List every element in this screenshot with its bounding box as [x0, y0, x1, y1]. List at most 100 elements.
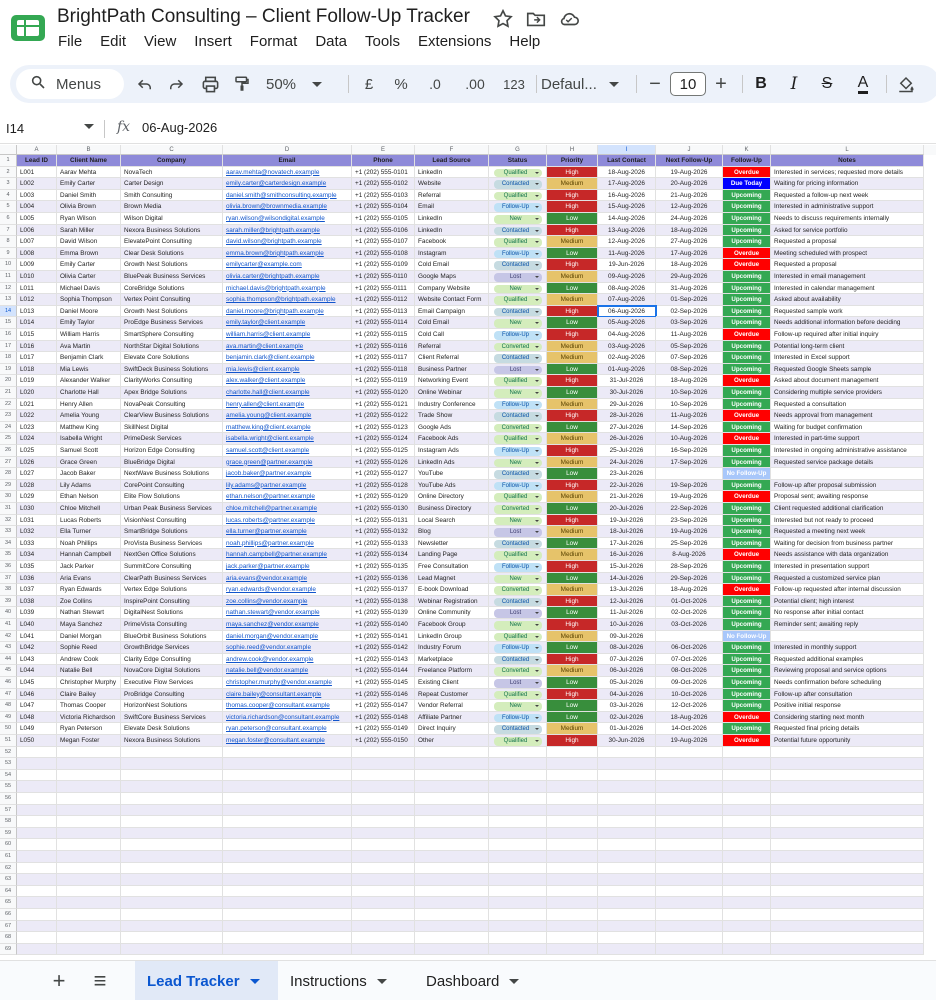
empty-cell[interactable] [415, 746, 489, 759]
last-contact-cell[interactable]: 06-Jul-2026 [598, 665, 656, 677]
notes-cell[interactable]: Waiting for decision from business partn… [771, 537, 924, 550]
empty-cell[interactable] [121, 885, 223, 898]
phone-cell[interactable]: +1 (202) 555-0140 [352, 619, 415, 631]
company-cell[interactable]: BluePeak Business Services [121, 271, 223, 283]
lead-source-cell[interactable]: Industry Conference [415, 398, 489, 411]
empty-cell[interactable] [415, 874, 489, 886]
notes-cell[interactable]: Meeting scheduled with prospect [771, 247, 924, 260]
lead-source-cell[interactable]: Repeat Customer [415, 688, 489, 701]
empty-cell[interactable] [223, 874, 352, 886]
empty-cell[interactable] [352, 851, 415, 863]
notes-cell[interactable]: Interested in administrative support [771, 201, 924, 213]
column-header-g[interactable]: G [489, 145, 547, 155]
empty-cell[interactable] [547, 746, 598, 759]
empty-cell[interactable] [121, 781, 223, 793]
last-contact-cell[interactable]: 19-Jul-2026 [598, 514, 656, 527]
empty-cell[interactable] [547, 804, 598, 817]
text-color-icon[interactable]: A [852, 65, 874, 103]
priority-cell[interactable]: High [547, 595, 598, 608]
notes-cell[interactable]: Interested in ongoing administrative ass… [771, 445, 924, 457]
empty-cell[interactable] [121, 758, 223, 770]
email-cell[interactable]: ryan.peterson@consultant.example [223, 723, 352, 735]
empty-cell[interactable] [598, 839, 656, 851]
empty-cell[interactable] [57, 932, 121, 944]
empty-cell[interactable] [415, 827, 489, 840]
lead-id-cell[interactable]: L028 [17, 479, 57, 492]
priority-cell[interactable]: Low [547, 317, 598, 329]
empty-cell[interactable] [723, 932, 771, 944]
company-cell[interactable]: ProBridge Consulting [121, 688, 223, 701]
company-cell[interactable]: ElevatePoint Consulting [121, 236, 223, 248]
priority-cell[interactable]: Low [547, 468, 598, 480]
next-follow-up-cell[interactable]: 03-Oct-2026 [656, 619, 723, 631]
email-cell[interactable]: emma.brown@brightpath.example [223, 247, 352, 260]
empty-cell[interactable] [57, 758, 121, 770]
lead-id-cell[interactable]: L005 [17, 213, 57, 225]
status-chip[interactable]: Converted [493, 667, 542, 676]
phone-cell[interactable]: +1 (202) 555-0111 [352, 282, 415, 295]
row-number[interactable]: 12 [0, 282, 17, 295]
notes-cell[interactable]: Interested in calendar management [771, 282, 924, 295]
email-cell[interactable]: daniel.smith@smithconsulting.example [223, 189, 352, 202]
next-follow-up-cell[interactable]: 18-Aug-2026 [656, 584, 723, 596]
last-contact-cell[interactable]: 16-Aug-2026 [598, 189, 656, 202]
empty-cell[interactable] [771, 909, 924, 921]
priority-cell[interactable]: Low [547, 503, 598, 515]
lead-source-cell[interactable]: Facebook Ads [415, 433, 489, 445]
last-contact-cell[interactable]: 26-Jul-2026 [598, 433, 656, 445]
header-cell-phone[interactable]: Phone [352, 155, 415, 167]
status-chip[interactable]: New [493, 574, 542, 584]
follow-up-cell[interactable]: Upcoming [723, 189, 771, 202]
row-number[interactable]: 67 [0, 920, 17, 933]
next-follow-up-cell[interactable] [656, 468, 723, 480]
empty-cell[interactable] [17, 862, 57, 875]
phone-cell[interactable]: +1 (202) 555-0148 [352, 711, 415, 724]
email-cell[interactable]: charlotte.hall@client.example [223, 387, 352, 399]
phone-cell[interactable]: +1 (202) 555-0139 [352, 607, 415, 619]
empty-cell[interactable] [771, 769, 924, 782]
lead-source-cell[interactable]: Marketplace [415, 653, 489, 666]
email-cell[interactable]: olivia.brown@brownmedia.example [223, 201, 352, 213]
row-number[interactable]: 40 [0, 607, 17, 619]
status-cell[interactable]: Lost [489, 526, 547, 538]
next-follow-up-cell[interactable]: 19-Aug-2026 [656, 166, 723, 179]
client-name-cell[interactable]: Noah Phillips [57, 537, 121, 550]
phone-cell[interactable]: +1 (202) 555-0142 [352, 642, 415, 654]
empty-cell[interactable] [57, 943, 121, 956]
follow-up-cell[interactable]: Overdue [723, 410, 771, 422]
redo-icon[interactable] [163, 65, 189, 103]
row-number[interactable]: 62 [0, 862, 17, 875]
lead-id-cell[interactable]: L019 [17, 375, 57, 387]
lead-source-cell[interactable]: Cold Call [415, 329, 489, 341]
lead-source-cell[interactable]: Cold Email [415, 259, 489, 271]
last-contact-cell[interactable]: 13-Aug-2026 [598, 224, 656, 237]
last-contact-cell[interactable]: 04-Aug-2026 [598, 329, 656, 341]
lead-source-cell[interactable]: Instagram [415, 247, 489, 260]
follow-up-cell[interactable]: Overdue [723, 711, 771, 724]
lead-id-cell[interactable]: L001 [17, 166, 57, 179]
empty-cell[interactable] [121, 804, 223, 817]
last-contact-cell[interactable]: 02-Aug-2026 [598, 352, 656, 364]
empty-cell[interactable] [17, 758, 57, 770]
priority-cell[interactable]: High [547, 224, 598, 237]
last-contact-cell[interactable]: 07-Aug-2026 [598, 294, 656, 306]
priority-cell[interactable]: Medium [547, 491, 598, 503]
status-chip[interactable]: Qualified [493, 737, 542, 746]
empty-cell[interactable] [723, 920, 771, 933]
follow-up-cell[interactable]: Upcoming [723, 445, 771, 457]
notes-cell[interactable]: Requested Google Sheets sample [771, 363, 924, 376]
company-cell[interactable]: ClearPath Business Services [121, 572, 223, 585]
next-follow-up-cell[interactable]: 11-Aug-2026 [656, 410, 723, 422]
undo-icon[interactable] [132, 65, 158, 103]
empty-cell[interactable] [352, 885, 415, 898]
empty-cell[interactable] [223, 862, 352, 875]
email-cell[interactable]: ryan.wilson@wilsondigital.example [223, 213, 352, 225]
row-number[interactable]: 42 [0, 630, 17, 643]
phone-cell[interactable]: +1 (202) 555-0147 [352, 700, 415, 712]
priority-cell[interactable]: Medium [547, 236, 598, 248]
empty-cell[interactable] [489, 839, 547, 851]
email-cell[interactable]: samuel.scott@client.example [223, 445, 352, 457]
status-cell[interactable]: Follow-Up [489, 642, 547, 654]
email-cell[interactable]: ryan.edwards@vendor.example [223, 584, 352, 596]
next-follow-up-cell[interactable]: 24-Aug-2026 [656, 213, 723, 225]
